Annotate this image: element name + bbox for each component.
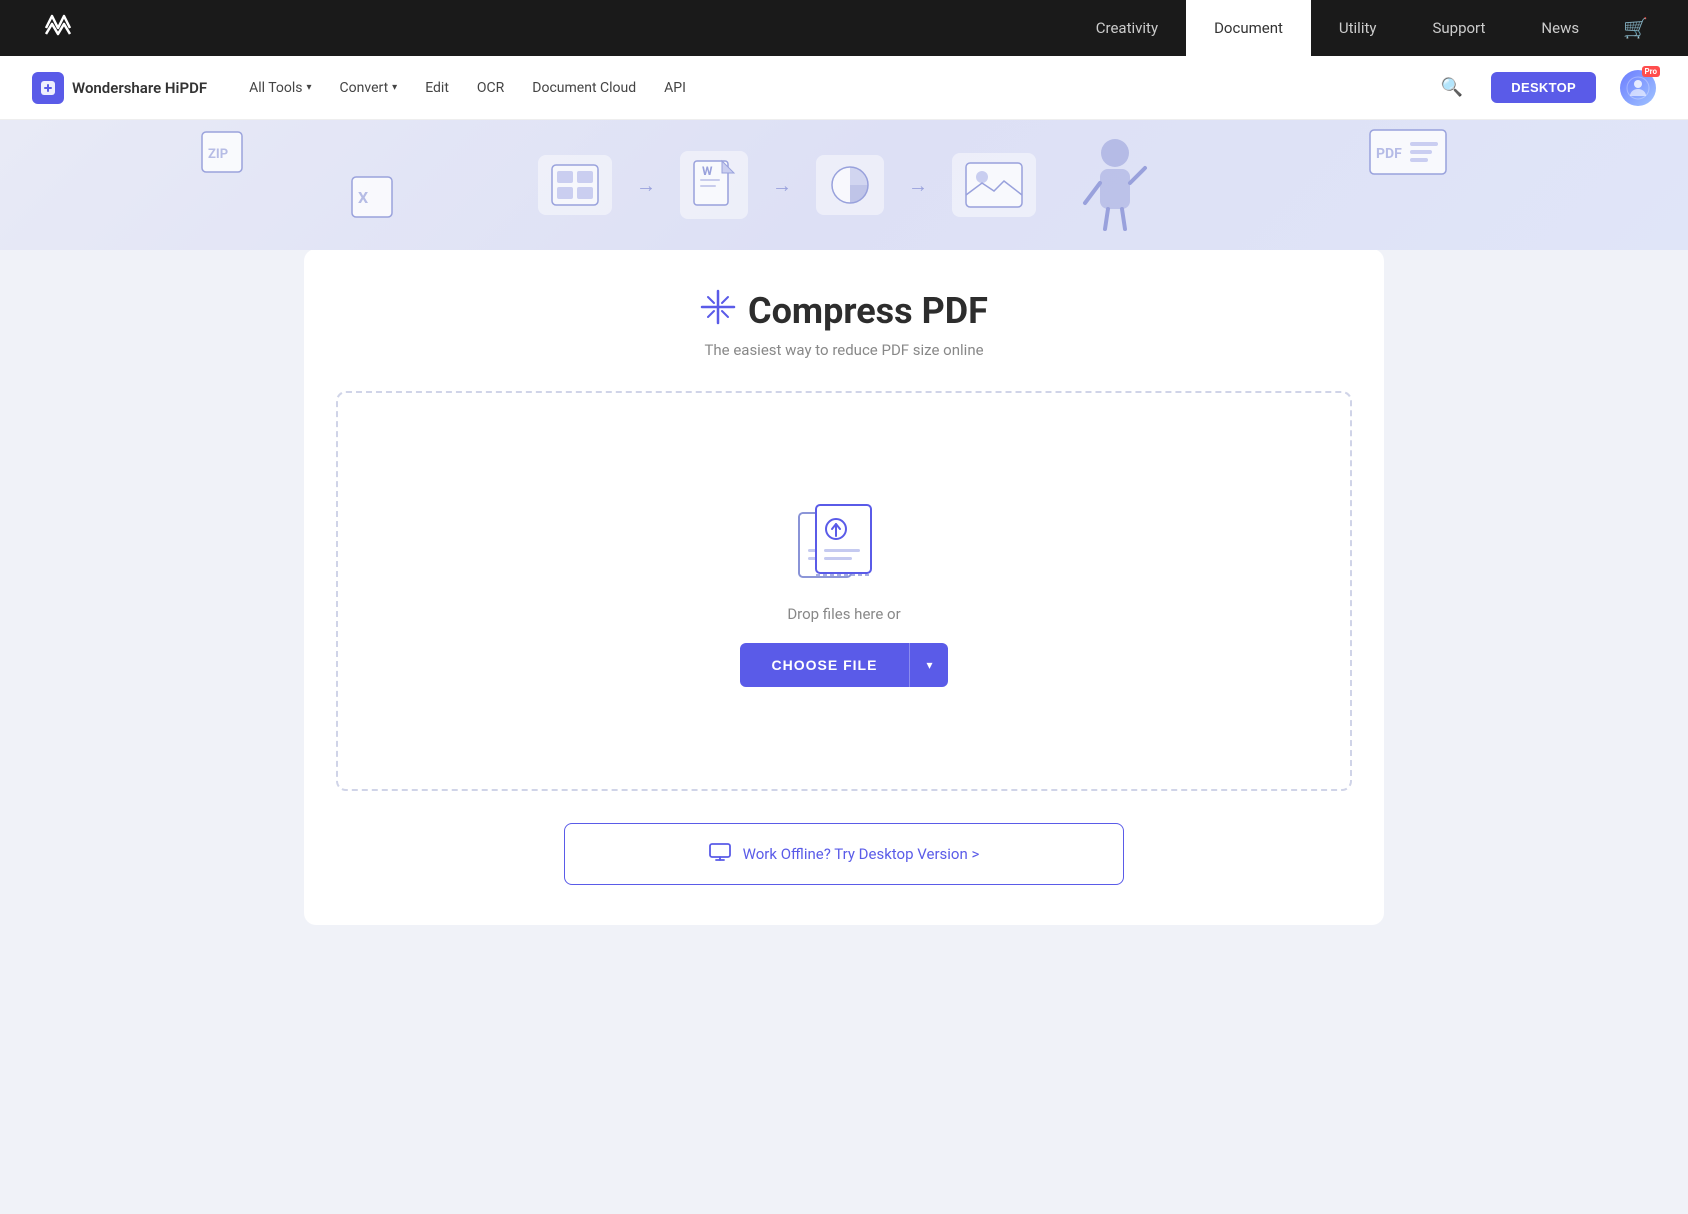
svg-text:X: X bbox=[358, 188, 368, 207]
nav-edit[interactable]: Edit bbox=[423, 76, 451, 100]
nav-document-cloud[interactable]: Document Cloud bbox=[530, 76, 638, 100]
illus-word-doc: W bbox=[680, 151, 748, 219]
top-nav-creativity[interactable]: Creativity bbox=[1068, 0, 1186, 56]
illus-image bbox=[952, 153, 1036, 217]
top-nav: Creativity Document Utility Support News… bbox=[0, 0, 1688, 56]
svg-text:W: W bbox=[702, 164, 713, 178]
top-nav-utility[interactable]: Utility bbox=[1311, 0, 1405, 56]
main-content: Compress PDF The easiest way to reduce P… bbox=[0, 249, 1688, 1213]
convert-chevron-icon: ▾ bbox=[392, 82, 397, 93]
drop-text: Drop files here or bbox=[787, 605, 900, 623]
tool-header: Compress PDF The easiest way to reduce P… bbox=[336, 289, 1352, 359]
illus-pdf: PDF bbox=[1368, 128, 1448, 180]
cart-icon[interactable]: 🛒 bbox=[1623, 16, 1648, 40]
nav-ocr[interactable]: OCR bbox=[475, 76, 506, 100]
illus-pie-chart bbox=[816, 155, 884, 215]
monitor-icon bbox=[709, 842, 731, 866]
wondershare-logo-icon bbox=[40, 10, 76, 46]
user-avatar[interactable]: Pro bbox=[1620, 70, 1656, 106]
illus-excel: X bbox=[350, 175, 394, 223]
brand-logo[interactable]: Wondershare HiPDF bbox=[32, 72, 207, 104]
offline-banner[interactable]: Work Offline? Try Desktop Version > bbox=[564, 823, 1124, 885]
hero-banner: → W → → bbox=[0, 120, 1688, 250]
top-nav-support[interactable]: Support bbox=[1404, 0, 1513, 56]
choose-file-wrapper: CHOOSE FILE ▾ bbox=[740, 643, 949, 687]
hipdf-brand-icon bbox=[32, 72, 64, 104]
nav-api[interactable]: API bbox=[662, 76, 688, 100]
search-icon[interactable]: 🔍 bbox=[1437, 73, 1467, 102]
svg-text:PDF: PDF bbox=[1376, 146, 1402, 162]
tool-title: Compress PDF bbox=[336, 289, 1352, 333]
offline-text: Work Offline? Try Desktop Version > bbox=[743, 845, 980, 863]
top-nav-news[interactable]: News bbox=[1513, 0, 1607, 56]
brand-name: Wondershare HiPDF bbox=[72, 79, 207, 97]
top-nav-logo[interactable] bbox=[40, 10, 76, 46]
nav-convert[interactable]: Convert ▾ bbox=[338, 76, 400, 100]
choose-file-button[interactable]: CHOOSE FILE bbox=[740, 643, 910, 687]
desktop-button[interactable]: DESKTOP bbox=[1491, 72, 1596, 103]
top-nav-document[interactable]: Document bbox=[1186, 0, 1311, 56]
illus-person bbox=[1080, 133, 1150, 237]
all-tools-chevron-icon: ▾ bbox=[307, 82, 312, 93]
choose-file-dropdown-button[interactable]: ▾ bbox=[909, 643, 948, 687]
drop-zone[interactable]: Drop files here or CHOOSE FILE ▾ bbox=[336, 391, 1352, 791]
tool-subtitle: The easiest way to reduce PDF size onlin… bbox=[336, 341, 1352, 359]
nav-all-tools[interactable]: All Tools ▾ bbox=[247, 76, 313, 100]
svg-text:ZIP: ZIP bbox=[208, 147, 228, 162]
upload-illustration bbox=[794, 495, 894, 585]
compress-icon bbox=[700, 289, 736, 333]
pro-badge: Pro bbox=[1642, 66, 1660, 77]
tool-card: Compress PDF The easiest way to reduce P… bbox=[304, 249, 1384, 925]
illus-zip: ZIP bbox=[200, 130, 244, 178]
illus-grid-doc bbox=[538, 155, 612, 215]
top-nav-links: Creativity Document Utility Support News bbox=[1068, 0, 1607, 56]
hero-illustration: → W → → bbox=[538, 133, 1150, 237]
secondary-nav: Wondershare HiPDF All Tools ▾ Convert ▾ … bbox=[0, 56, 1688, 120]
